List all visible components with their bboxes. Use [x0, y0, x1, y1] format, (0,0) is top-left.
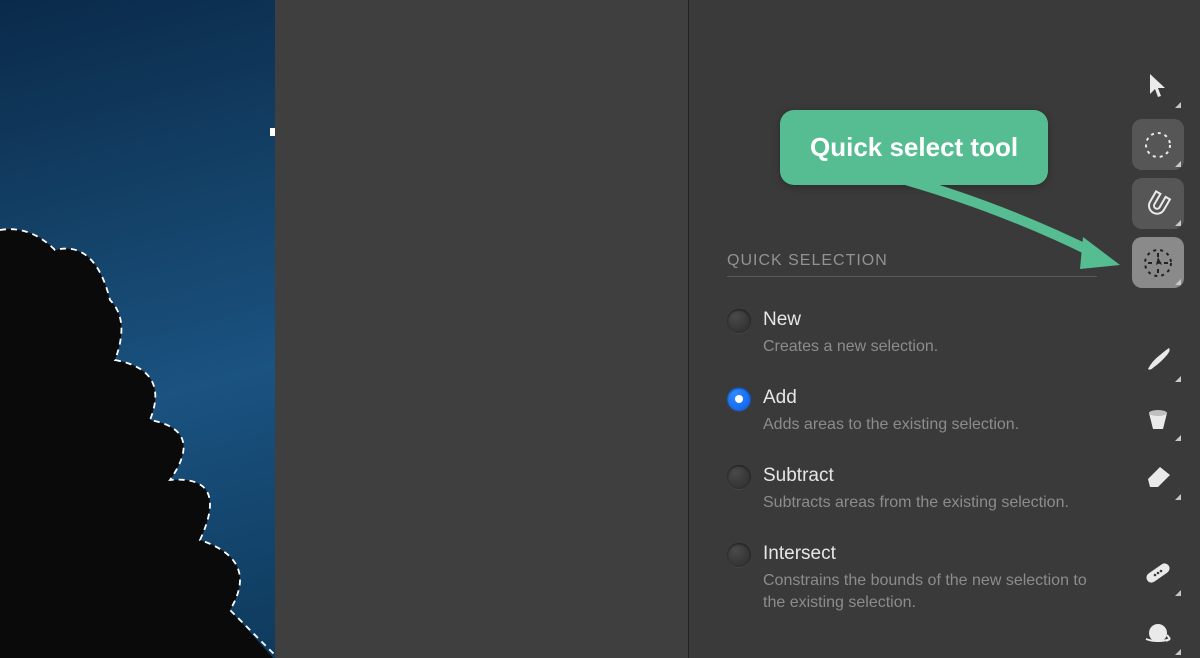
option-intersect-desc: Constrains the bounds of the new selecti… [763, 570, 1097, 614]
bucket-icon [1143, 403, 1173, 433]
selection-marching-ants-icon [0, 0, 275, 658]
option-subtract-desc: Subtracts areas from the existing select… [763, 492, 1097, 514]
option-intersect-title: Intersect [763, 542, 1097, 566]
flyout-indicator-icon [1175, 161, 1181, 167]
selection-mode-options: New Creates a new selection. Add Adds ar… [727, 308, 1097, 642]
flyout-indicator-icon [1175, 590, 1181, 596]
radio-subtract[interactable] [727, 465, 751, 489]
option-new-title: New [763, 308, 1097, 332]
radio-new[interactable] [727, 309, 751, 333]
canvas-gray-area [275, 0, 688, 658]
callout-arrow-icon [878, 165, 1138, 295]
option-add-desc: Adds areas to the existing selection. [763, 414, 1097, 436]
brush-icon [1142, 343, 1174, 375]
arrow-cursor-icon [1146, 72, 1170, 100]
flyout-indicator-icon [1175, 649, 1181, 655]
bandage-icon [1141, 556, 1175, 590]
tool-fill[interactable] [1132, 393, 1184, 444]
flyout-indicator-icon [1175, 494, 1181, 500]
tool-magnetic-lasso[interactable] [1132, 178, 1184, 229]
eraser-icon [1142, 463, 1174, 491]
tool-quick-select[interactable] [1132, 237, 1184, 288]
sphere-rotate-icon [1142, 617, 1174, 649]
radio-add[interactable] [727, 387, 751, 411]
option-add[interactable]: Add Adds areas to the existing selection… [727, 386, 1097, 436]
option-subtract-title: Subtract [763, 464, 1097, 488]
option-new-desc: Creates a new selection. [763, 336, 1097, 358]
toolbar [1115, 0, 1200, 658]
option-intersect[interactable]: Intersect Constrains the bounds of the n… [727, 542, 1097, 614]
tool-eraser[interactable] [1132, 452, 1184, 503]
option-new[interactable]: New Creates a new selection. [727, 308, 1097, 358]
canvas[interactable] [0, 0, 275, 658]
tool-heal[interactable] [1132, 548, 1184, 599]
flyout-indicator-icon [1175, 102, 1181, 108]
radio-intersect[interactable] [727, 543, 751, 567]
marquee-ellipse-icon [1141, 128, 1175, 162]
option-add-title: Add [763, 386, 1097, 410]
properties-panel: QUICK SELECTION New Creates a new select… [689, 0, 1115, 658]
flyout-indicator-icon [1175, 220, 1181, 226]
quick-select-icon [1140, 245, 1176, 281]
flyout-indicator-icon [1175, 279, 1181, 285]
tool-move[interactable] [1132, 60, 1184, 111]
tool-marquee[interactable] [1132, 119, 1184, 170]
magnet-icon [1142, 188, 1174, 220]
flyout-indicator-icon [1175, 376, 1181, 382]
tool-rotate[interactable] [1132, 607, 1184, 658]
option-subtract[interactable]: Subtract Subtracts areas from the existi… [727, 464, 1097, 514]
flyout-indicator-icon [1175, 435, 1181, 441]
tool-brush[interactable] [1132, 334, 1184, 385]
